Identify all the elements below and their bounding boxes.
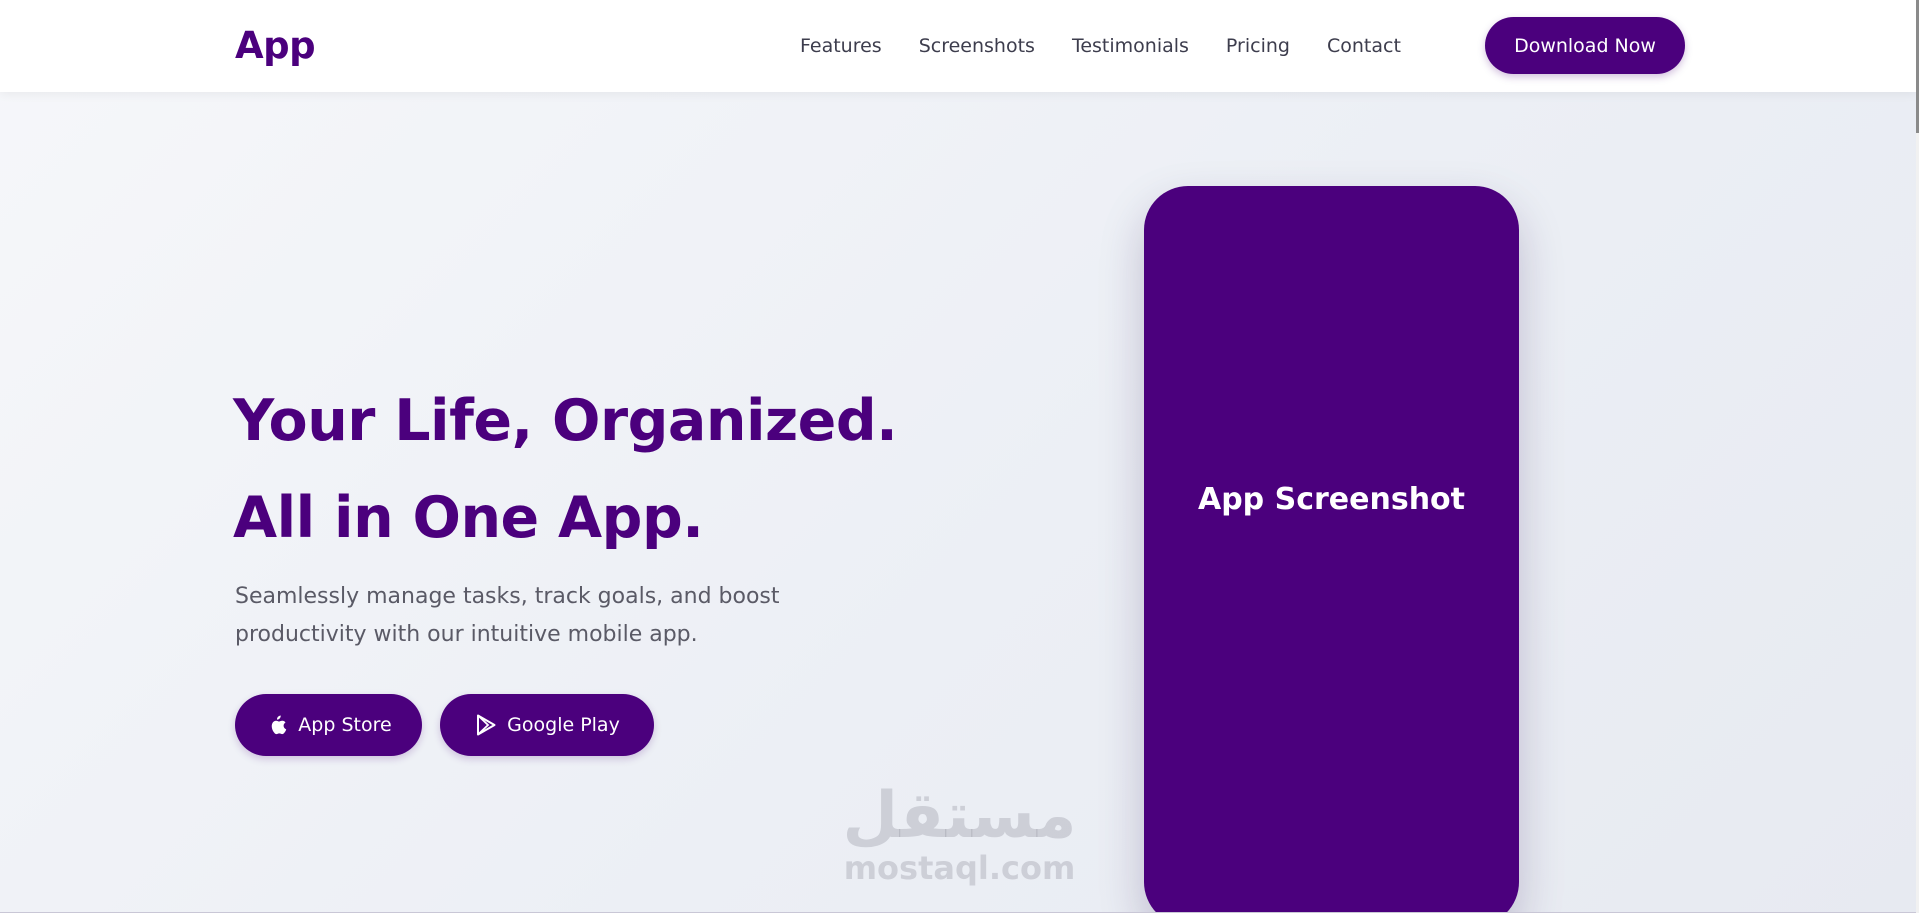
nav-link-contact[interactable]: Contact bbox=[1327, 33, 1401, 59]
google-play-icon bbox=[474, 713, 498, 737]
navbar: App Features Screenshots Testimonials Pr… bbox=[0, 0, 1916, 92]
watermark-arabic: مستقل bbox=[842, 779, 1077, 853]
watermark: مستقل mostaql.com bbox=[842, 782, 1077, 886]
nav-link-testimonials[interactable]: Testimonials bbox=[1072, 33, 1189, 59]
hero-title-line-2: All in One App. bbox=[233, 485, 704, 551]
download-now-button[interactable]: Download Now bbox=[1485, 17, 1685, 74]
hero-title: Your Life, Organized. All in One App. bbox=[233, 373, 898, 567]
phone-mockup: App Screenshot bbox=[1144, 186, 1519, 913]
nav-link-features[interactable]: Features bbox=[800, 33, 882, 59]
apple-icon bbox=[265, 713, 289, 737]
logo[interactable]: App bbox=[235, 24, 316, 68]
phone-screenshot-label: App Screenshot bbox=[1197, 481, 1465, 517]
google-play-button[interactable]: Google Play bbox=[440, 694, 654, 756]
hero-title-line-1: Your Life, Organized. bbox=[233, 388, 898, 454]
nav-links: Features Screenshots Testimonials Pricin… bbox=[800, 33, 1438, 59]
nav-link-screenshots[interactable]: Screenshots bbox=[919, 33, 1035, 59]
watermark-latin: mostaql.com bbox=[843, 849, 1076, 887]
google-play-label: Google Play bbox=[507, 714, 620, 736]
nav-link-pricing[interactable]: Pricing bbox=[1226, 33, 1290, 59]
landing-page: App Features Screenshots Testimonials Pr… bbox=[0, 0, 1919, 913]
app-store-label: App Store bbox=[298, 714, 392, 736]
app-store-button[interactable]: App Store bbox=[235, 694, 422, 756]
hero-subtitle: Seamlessly manage tasks, track goals, an… bbox=[235, 584, 780, 647]
